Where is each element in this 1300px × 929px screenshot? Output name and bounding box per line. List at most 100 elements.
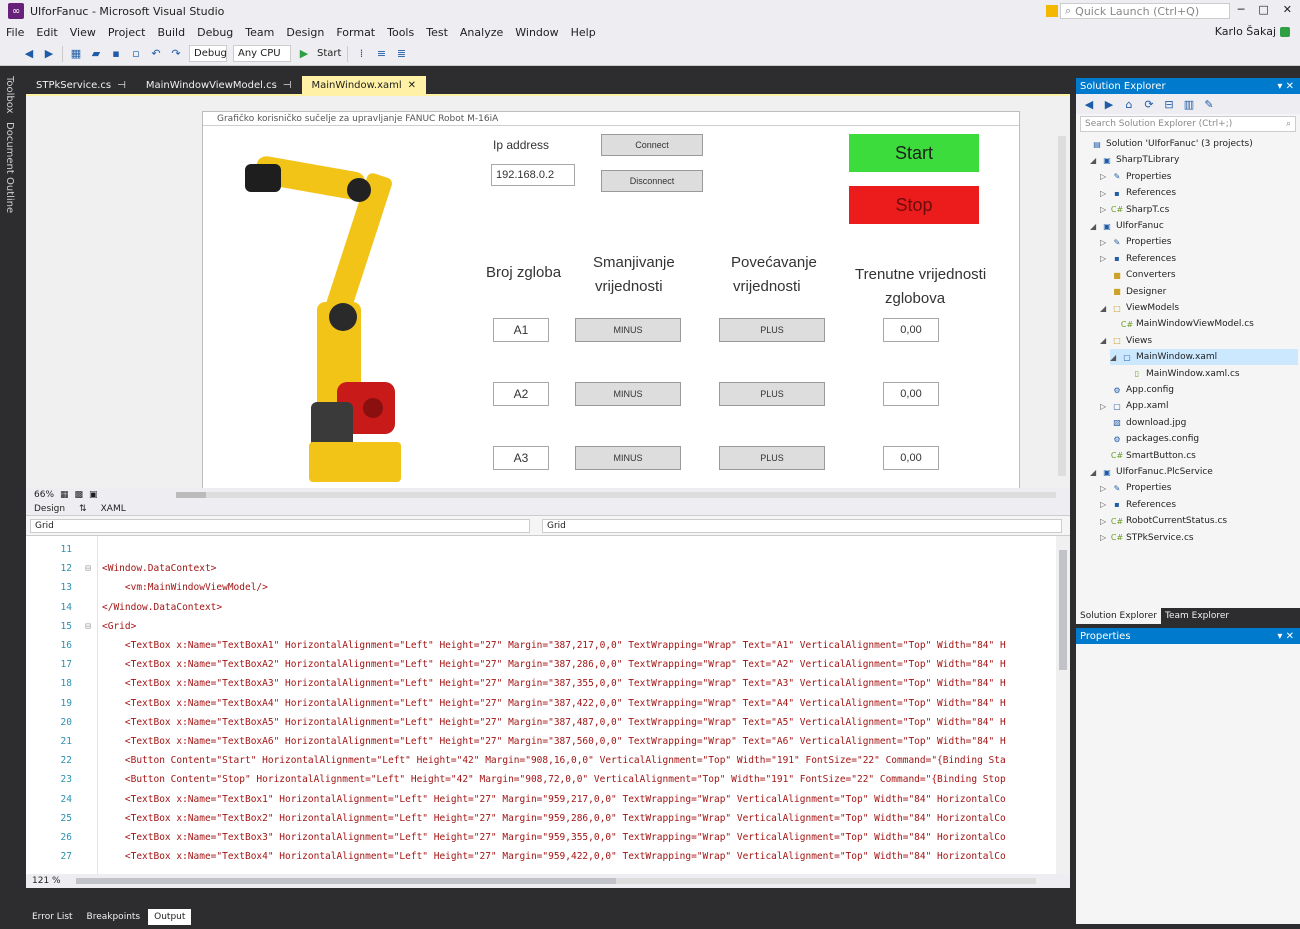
expand-arrow-icon[interactable]: ◢ <box>1100 336 1108 345</box>
minus-a3-button[interactable]: MINUS <box>575 446 681 470</box>
solution-tree-item[interactable]: ⚙ App.config <box>1100 382 1298 398</box>
redo-icon[interactable]: ↷ <box>169 47 183 61</box>
show-all-files-icon[interactable]: ▥ <box>1182 97 1196 111</box>
code-line[interactable]: 26 <TextBox x:Name="TextBox3" Horizontal… <box>26 828 1056 847</box>
code-line[interactable]: 23 <Button Content="Stop" HorizontalAlig… <box>26 770 1056 789</box>
save-all-icon[interactable]: ▫ <box>129 47 143 61</box>
back-icon[interactable]: ◀ <box>22 47 36 61</box>
user-account[interactable]: Karlo Šakaj <box>1215 25 1290 38</box>
editor-horizontal-scrollbar[interactable] <box>76 878 1036 884</box>
tab-xaml[interactable]: XAML <box>101 504 126 514</box>
undo-icon[interactable]: ↶ <box>149 47 163 61</box>
designer-vertical-scrollbar[interactable] <box>1058 136 1066 476</box>
open-folder-icon[interactable]: ▰ <box>89 47 103 61</box>
value-a3-box[interactable]: 0,00 <box>883 446 939 470</box>
scroll-thumb[interactable] <box>1059 550 1067 670</box>
menu-tools[interactable]: Tools <box>387 26 414 39</box>
menu-window[interactable]: Window <box>515 26 558 39</box>
code-line[interactable]: 14 </Window.DataContext> <box>26 598 1056 617</box>
solution-tree-item[interactable]: ◢ ▣ SharpTLibrary <box>1090 152 1298 168</box>
tab-mainwindow-xaml[interactable]: MainWindow.xaml ✕ <box>301 76 427 94</box>
save-icon[interactable]: ▪ <box>109 47 123 61</box>
forward-icon[interactable]: ▶ <box>42 47 56 61</box>
ip-address-input[interactable]: 192.168.0.2 <box>491 164 575 186</box>
code-line[interactable]: 13 <vm:MainWindowViewModel/> <box>26 578 1056 597</box>
fold-toggle-icon[interactable]: ⊟ <box>78 621 98 632</box>
code-line[interactable]: 19 <TextBox x:Name="TextBoxA4" Horizonta… <box>26 694 1056 713</box>
expand-arrow-icon[interactable]: ▷ <box>1100 484 1108 493</box>
sync-icon[interactable]: ⟳ <box>1142 97 1156 111</box>
solution-tree-item[interactable]: ◢ ▣ UIforFanuc <box>1090 218 1298 234</box>
platform-select[interactable]: Any CPU <box>233 45 291 62</box>
solution-tree-item[interactable]: ▷ ✎ Properties <box>1100 480 1298 496</box>
menu-design[interactable]: Design <box>286 26 324 39</box>
tab-design[interactable]: Design <box>34 504 65 514</box>
expand-arrow-icon[interactable]: ◢ <box>1110 353 1118 362</box>
expand-arrow-icon[interactable]: ▷ <box>1100 533 1108 542</box>
code-line[interactable]: 20 <TextBox x:Name="TextBoxA5" Horizonta… <box>26 713 1056 732</box>
code-line[interactable]: 22 <Button Content="Start" HorizontalAli… <box>26 751 1056 770</box>
expand-arrow-icon[interactable]: ◢ <box>1090 468 1098 477</box>
joint-a1-box[interactable]: A1 <box>493 318 549 342</box>
joint-a3-box[interactable]: A3 <box>493 446 549 470</box>
back-icon[interactable]: ◀ <box>1082 97 1096 111</box>
solution-tree-item[interactable]: ▷ C# SharpT.cs <box>1100 202 1298 218</box>
element-select-right[interactable]: Grid <box>542 519 1062 533</box>
fold-toggle-icon[interactable]: ⊟ <box>78 563 98 574</box>
menu-help[interactable]: Help <box>571 26 596 39</box>
solution-tree-item[interactable]: ◢ ▣ UIforFanuc.PlcService <box>1090 464 1298 480</box>
expand-arrow-icon[interactable]: ▷ <box>1100 189 1108 198</box>
solution-tree-item[interactable]: C# SmartButton.cs <box>1100 448 1298 464</box>
solution-tree-item[interactable]: ▷ C# RobotCurrentStatus.cs <box>1100 513 1298 529</box>
solution-tree-item[interactable]: ⚙ packages.config <box>1100 431 1298 447</box>
solution-tree-item[interactable]: ▷ ✎ Properties <box>1100 234 1298 250</box>
code-line[interactable]: 25 <TextBox x:Name="TextBox2" Horizontal… <box>26 809 1056 828</box>
solution-search-input[interactable]: Search Solution Explorer (Ctrl+;) ⌕ <box>1080 116 1296 132</box>
code-line[interactable]: 27 <TextBox x:Name="TextBox4" Horizontal… <box>26 847 1056 866</box>
menu-debug[interactable]: Debug <box>197 26 233 39</box>
swap-panes-icon[interactable]: ⇅ <box>79 504 87 514</box>
element-select-left[interactable]: Grid <box>30 519 530 533</box>
solution-tree-item[interactable]: ▷ ▢ App.xaml <box>1100 398 1298 414</box>
expand-arrow-icon[interactable]: ◢ <box>1090 156 1098 165</box>
snap-icon[interactable]: ▩ <box>75 490 84 500</box>
minus-a1-button[interactable]: MINUS <box>575 318 681 342</box>
wpf-window-preview[interactable]: Grafičko korisničko sučelje za upravljan… <box>202 111 1020 488</box>
solution-tree-item[interactable]: ◢ □ ViewModels <box>1100 300 1298 316</box>
configuration-select[interactable]: Debug <box>189 45 227 62</box>
menu-build[interactable]: Build <box>157 26 185 39</box>
notification-flag-icon[interactable] <box>1046 5 1058 17</box>
close-tab-icon[interactable]: ✕ <box>408 80 416 91</box>
home-icon[interactable]: ⌂ <box>1122 97 1136 111</box>
value-a1-box[interactable]: 0,00 <box>883 318 939 342</box>
start-debug-icon[interactable]: ▶ <box>297 47 311 61</box>
expand-arrow-icon[interactable]: ▷ <box>1100 254 1108 263</box>
menu-view[interactable]: View <box>70 26 96 39</box>
code-line[interactable]: 15 ⊟ <Grid> <box>26 617 1056 636</box>
solution-tree-item[interactable]: ▷ ▪ References <box>1100 497 1298 513</box>
plus-a2-button[interactable]: PLUS <box>719 382 825 406</box>
solution-tree-item[interactable]: ▯ MainWindow.xaml.cs <box>1120 366 1298 382</box>
menu-file[interactable]: File <box>6 26 24 39</box>
menu-analyze[interactable]: Analyze <box>460 26 503 39</box>
expand-arrow-icon[interactable]: ▷ <box>1100 205 1108 214</box>
solution-tree-item[interactable]: ◢ ▢ MainWindow.xaml <box>1110 349 1298 366</box>
uncomment-icon[interactable]: ≣ <box>394 47 408 61</box>
new-project-icon[interactable]: ▦ <box>69 47 83 61</box>
joint-a2-box[interactable]: A2 <box>493 382 549 406</box>
designer-horizontal-scrollbar[interactable] <box>176 492 1056 498</box>
expand-arrow-icon[interactable]: ▷ <box>1100 172 1108 181</box>
connect-button[interactable]: Connect <box>601 134 703 156</box>
panel-options-icon[interactable]: ▾ ✕ <box>1277 631 1294 642</box>
solution-tree-item[interactable]: ◢ □ Views <box>1100 333 1298 349</box>
code-line[interactable]: 12 ⊟ <Window.DataContext> <box>26 559 1056 578</box>
menu-project[interactable]: Project <box>108 26 146 39</box>
plus-a3-button[interactable]: PLUS <box>719 446 825 470</box>
code-line[interactable]: 17 <TextBox x:Name="TextBoxA2" Horizonta… <box>26 655 1056 674</box>
pin-icon[interactable]: ⊣ <box>117 80 126 91</box>
xaml-code-editor[interactable]: 11 12 ⊟ <Window.DataContext> 13 <vm:MainWind… <box>26 536 1070 874</box>
tab-mainwindowviewmodel[interactable]: MainWindowViewModel.cs ⊣ <box>136 76 302 94</box>
solution-tree-item[interactable]: C# MainWindowViewModel.cs <box>1110 316 1298 332</box>
maximize-icon[interactable]: □ <box>1258 3 1268 16</box>
menu-edit[interactable]: Edit <box>36 26 57 39</box>
